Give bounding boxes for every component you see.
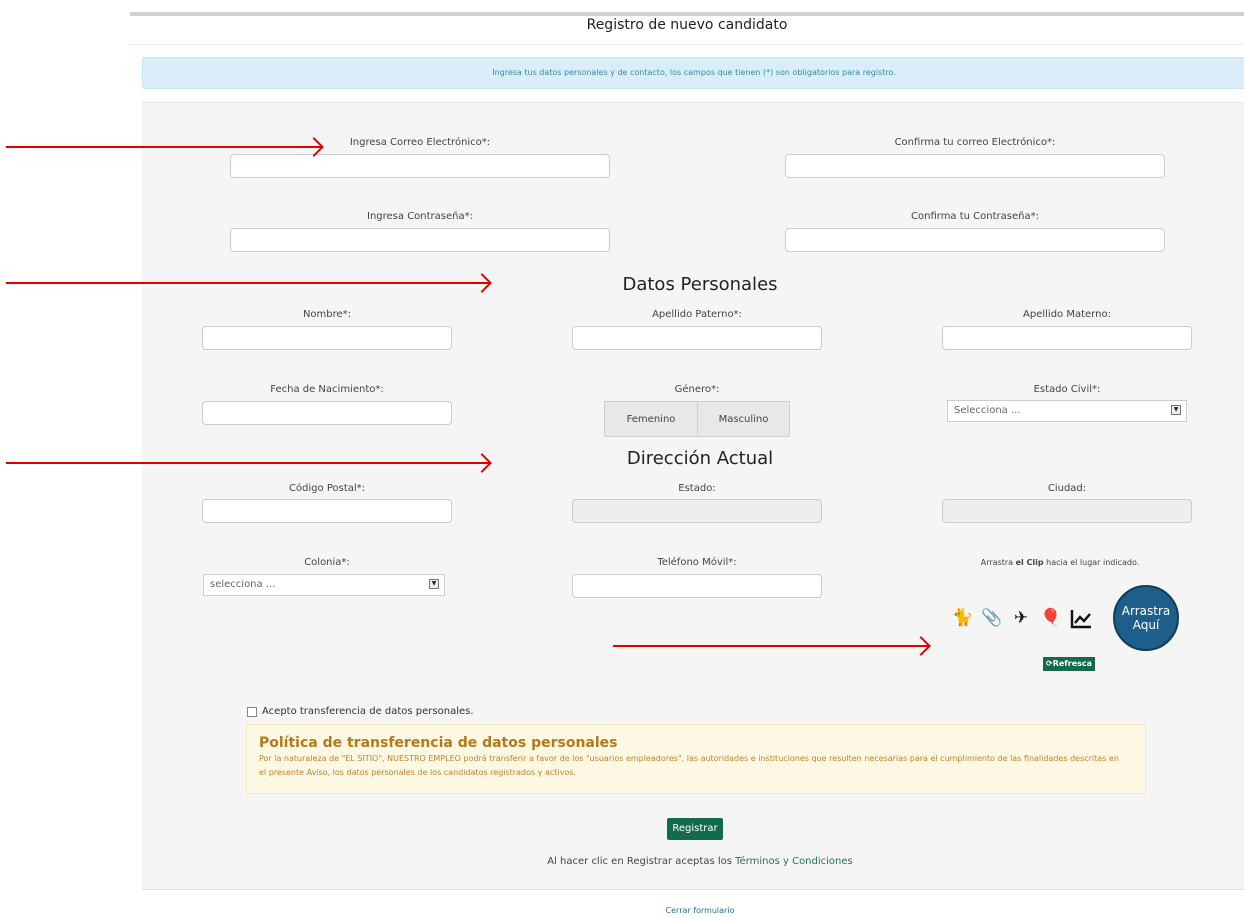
estado-field <box>572 499 822 523</box>
drop-target[interactable]: Arrastra Aquí <box>1113 585 1179 651</box>
fecha-nacimiento-label: Fecha de Nacimiento*: <box>270 384 384 395</box>
estado-civil-value: Selecciona ... <box>954 405 1021 416</box>
consent-label: Acepto transferencia de datos personales… <box>262 706 474 717</box>
address-heading: Dirección Actual <box>626 448 774 469</box>
dropdown-arrow-icon: ▼ <box>429 579 439 589</box>
terms-link[interactable]: Términos y Condiciones <box>735 856 853 867</box>
policy-text: Por la naturaleza de "EL SITIO", NUESTRO… <box>259 754 1119 777</box>
fecha-nacimiento-field[interactable] <box>202 401 452 425</box>
page-title: Registro de nuevo candidato <box>586 17 788 33</box>
password-label: Ingresa Contraseña*: <box>367 211 473 222</box>
terms-text: Al hacer clic en Registrar aceptas los T… <box>400 855 1000 869</box>
personal-data-heading: Datos Personales <box>622 274 778 295</box>
annotation-arrow <box>6 462 490 464</box>
gender-male-button[interactable]: Masculino <box>697 401 790 437</box>
colonia-select[interactable]: selecciona ... ▼ <box>203 574 445 596</box>
apellido-materno-field[interactable] <box>942 326 1192 350</box>
airplane-icon[interactable]: ✈ <box>1008 608 1034 628</box>
estado-label: Estado: <box>678 483 716 494</box>
codigo-postal-field[interactable] <box>202 499 452 523</box>
nombre-label: Nombre*: <box>302 309 352 320</box>
telefono-label: Teléfono Móvil*: <box>657 557 737 568</box>
apellido-materno-label: Apellido Materno: <box>1023 309 1111 320</box>
cat-icon[interactable]: 🐈 <box>950 608 976 628</box>
password-field[interactable] <box>230 228 610 252</box>
ciudad-label: Ciudad: <box>1047 483 1087 494</box>
estado-civil-select[interactable]: Selecciona ... ▼ <box>947 400 1187 422</box>
register-button[interactable]: Registrar <box>667 818 723 840</box>
balloon-icon[interactable]: 🎈 <box>1038 608 1064 628</box>
annotation-arrow <box>6 282 490 284</box>
annotation-arrow <box>6 146 322 148</box>
estado-civil-label: Estado Civil*: <box>1033 384 1101 395</box>
info-notice: Ingresa tus datos personales y de contac… <box>142 57 1244 89</box>
close-form-link[interactable]: Cerrar formulario <box>600 906 800 916</box>
ciudad-field <box>942 499 1192 523</box>
apellido-paterno-label: Apellido Paterno*: <box>652 309 742 320</box>
nombre-field[interactable] <box>202 326 452 350</box>
colonia-value: selecciona ... <box>210 579 276 590</box>
password-confirm-field[interactable] <box>785 228 1165 252</box>
terms-pre: Al hacer clic en Registrar aceptas los <box>547 856 736 867</box>
policy-title: Política de transferencia de datos perso… <box>259 735 618 751</box>
telefono-field[interactable] <box>572 574 822 598</box>
password-confirm-label: Confirma tu Contraseña*: <box>911 211 1039 222</box>
consent-checkbox[interactable] <box>247 707 257 717</box>
chart-icon[interactable] <box>1069 608 1093 630</box>
drop-target-line2: Aquí <box>1132 618 1160 632</box>
drop-target-line1: Arrastra <box>1121 604 1171 618</box>
captcha-instruction: Arrastra el Clip hacia el lugar indicado… <box>930 557 1190 569</box>
refresh-button[interactable]: ⟳Refresca <box>1043 657 1096 671</box>
policy-box: Política de transferencia de datos perso… <box>246 724 1146 794</box>
email-confirm-label: Confirma tu correo Electrónico*: <box>894 137 1056 148</box>
gender-female-button[interactable]: Femenino <box>604 401 697 437</box>
email-confirm-field[interactable] <box>785 154 1165 178</box>
refresh-label: Refresca <box>1052 659 1093 668</box>
captcha-instruction-bold: el Clip <box>1015 558 1044 567</box>
email-field[interactable] <box>230 154 610 178</box>
paperclip-icon[interactable]: 📎 <box>979 608 1005 628</box>
refresh-icon: ⟳ <box>1046 659 1053 668</box>
genero-label: Género*: <box>674 384 720 395</box>
colonia-label: Colonia*: <box>304 557 350 568</box>
title-divider <box>130 44 1244 45</box>
codigo-postal-label: Código Postal*: <box>288 483 366 494</box>
dropdown-arrow-icon: ▼ <box>1171 405 1181 415</box>
apellido-paterno-field[interactable] <box>572 326 822 350</box>
captcha-instruction-post: hacia el lugar indicado. <box>1043 558 1140 567</box>
annotation-arrow <box>613 645 929 647</box>
captcha-instruction-pre: Arrastra <box>980 558 1016 567</box>
